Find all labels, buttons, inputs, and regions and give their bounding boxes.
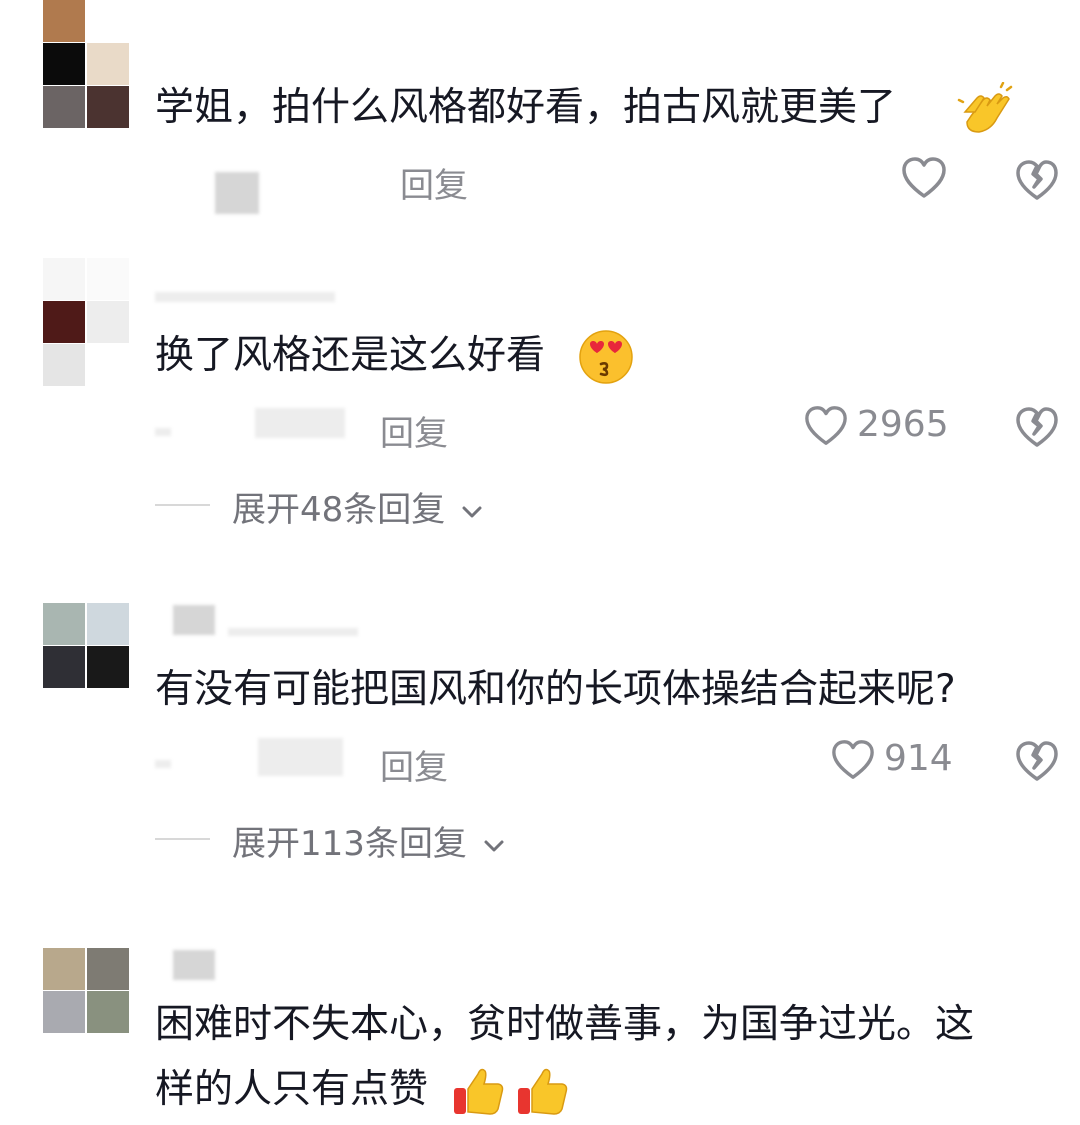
username-blurred <box>228 628 358 636</box>
heart-outline-icon[interactable] <box>830 738 876 782</box>
username-blurred <box>173 605 215 635</box>
comment-text: 困难时不失本心，贫时做善事，为国争过光。这 <box>155 1002 975 1047</box>
broken-heart-icon[interactable] <box>1014 739 1060 783</box>
username-blurred <box>155 428 171 436</box>
comment-text: 学姐，拍什么风格都好看，拍古风就更美了 <box>155 85 897 130</box>
chevron-down-icon <box>484 840 504 851</box>
reply-button[interactable]: 回复 <box>400 158 468 207</box>
clap-emoji <box>957 82 1013 133</box>
comment-text: 样的人只有点赞 <box>155 1067 429 1112</box>
reply-button[interactable]: 回复 <box>380 406 448 455</box>
like-count: 2965 <box>857 404 949 445</box>
heart-outline-icon[interactable] <box>900 155 948 201</box>
username-blurred <box>155 760 171 768</box>
expand-replies-button[interactable]: 展开48条回复 <box>232 482 484 531</box>
reply-button[interactable]: 回复 <box>380 740 448 789</box>
timestamp-blurred <box>255 408 345 438</box>
avatar[interactable] <box>43 603 129 689</box>
heart-eyes-emoji <box>579 330 633 384</box>
comment-text: 有没有可能把国风和你的长项体操结合起来呢? <box>155 667 956 712</box>
thumbs-up-emoji <box>454 1068 504 1115</box>
username-blurred <box>215 172 259 214</box>
like-count: 914 <box>884 738 953 779</box>
expand-divider <box>155 504 210 506</box>
broken-heart-icon[interactable] <box>1014 158 1060 202</box>
timestamp-blurred <box>258 738 343 776</box>
avatar[interactable] <box>43 0 129 129</box>
broken-heart-icon[interactable] <box>1014 405 1060 449</box>
chevron-down-icon <box>462 506 482 517</box>
username-blurred <box>173 950 215 980</box>
comment-text: 换了风格还是这么好看 <box>155 333 546 378</box>
heart-outline-icon[interactable] <box>803 404 849 448</box>
avatar[interactable] <box>43 948 129 1034</box>
avatar[interactable] <box>43 258 129 387</box>
expand-replies-button[interactable]: 展开113条回复 <box>232 816 506 865</box>
thumbs-up-emoji <box>518 1068 568 1115</box>
expand-divider <box>155 838 210 840</box>
username-blurred <box>155 292 335 302</box>
